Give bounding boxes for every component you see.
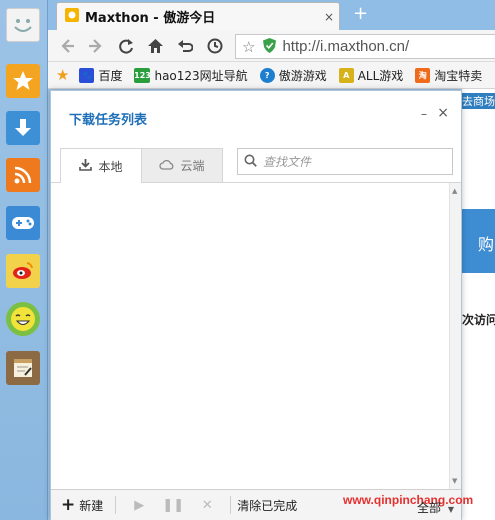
download-icon[interactable] <box>6 111 40 145</box>
minimize-icon[interactable]: – <box>421 107 427 121</box>
divider <box>115 496 117 514</box>
scroll-down-icon[interactable]: ▼ <box>452 477 457 485</box>
maxthon-favicon-icon <box>65 8 79 25</box>
game-controller-icon[interactable] <box>6 206 40 240</box>
aoyou-game-icon: ? <box>259 67 275 83</box>
notepad-icon[interactable] <box>6 351 40 385</box>
new-task-button[interactable]: + 新建 <box>61 495 103 515</box>
rss-icon[interactable] <box>6 158 40 192</box>
address-bar[interactable]: ☆ http://i.maxthon.cn/ <box>235 34 495 59</box>
address-url-text: http://i.maxthon.cn/ <box>282 38 410 55</box>
chevron-down-icon: ▼ <box>447 505 454 514</box>
navigation-toolbar: ☆ http://i.maxthon.cn/ <box>48 30 495 62</box>
plus-icon: + <box>61 495 76 515</box>
divider <box>230 496 232 514</box>
play-button[interactable]: ▶ <box>122 498 156 513</box>
search-input[interactable]: 查找文件 <box>237 148 453 175</box>
search-icon <box>244 154 257 170</box>
delete-button[interactable]: ✕ <box>190 498 224 513</box>
list-scrollbar[interactable]: ▲ ▼ <box>449 183 461 489</box>
bookmark-label: ALL游戏 <box>357 68 404 83</box>
all-games-icon: A <box>338 67 354 83</box>
local-download-icon <box>79 158 93 174</box>
bookmark-label: hao123网址导航 <box>154 68 248 83</box>
tab-cloud-label: 云端 <box>180 159 205 173</box>
tab-title: Maxthon - 傲游今日 <box>85 11 216 26</box>
home-icon[interactable] <box>146 37 164 55</box>
back-arrow-icon[interactable] <box>58 37 76 55</box>
bookmarks-bar: ★ 🐾 百度 123 hao123网址导航 ? 傲游游戏 A ALL游戏 淘 淘… <box>48 62 495 89</box>
background-banner: 购 <box>462 209 495 273</box>
bookmark-label: 傲游游戏 <box>278 68 327 83</box>
tab-local[interactable]: 本地 <box>60 148 142 184</box>
background-nav-strip: 去商场 <box>462 93 495 109</box>
search-placeholder: 查找文件 <box>263 155 312 169</box>
bookmark-label: 百度 <box>98 68 123 83</box>
background-heading: 次访问 <box>462 313 495 327</box>
filter-select-label: 全部 <box>417 501 442 515</box>
baidu-paw-icon: 🐾 <box>79 67 95 83</box>
browser-tab[interactable]: Maxthon - 傲游今日 × <box>56 2 340 30</box>
bookmark-label: 淘宝特卖 <box>434 68 483 83</box>
bookmark-hao123[interactable]: 123 hao123网址导航 <box>134 67 248 84</box>
security-shield-icon <box>263 37 277 56</box>
forward-arrow-icon[interactable] <box>87 37 105 55</box>
new-tab-button[interactable]: + <box>353 3 368 24</box>
cloud-icon <box>159 159 174 173</box>
bookmark-aoyou-games[interactable]: ? 傲游游戏 <box>259 67 327 84</box>
emoji-icon[interactable] <box>6 302 40 336</box>
bookmark-baidu[interactable]: 🐾 百度 <box>79 67 122 84</box>
tab-strip: Maxthon - 傲游今日 × + <box>48 0 495 30</box>
bookmark-taobao[interactable]: 淘 淘宝特卖 <box>415 67 482 84</box>
weibo-icon[interactable] <box>6 254 40 288</box>
download-list[interactable]: ▲ ▼ <box>51 183 461 489</box>
tab-cloud[interactable]: 云端 <box>141 148 223 183</box>
smiley-logo-icon[interactable] <box>6 8 40 42</box>
favorites-star-icon[interactable] <box>6 64 40 98</box>
favorites-star-icon[interactable]: ★ <box>56 66 69 84</box>
download-manager-panel: 下载任务列表 – × 本地 云端 查找文件 ▲ ▼ + 新建 ▶ ❚❚ ✕ 清除… <box>50 90 473 520</box>
tab-close-icon[interactable]: × <box>319 10 339 24</box>
history-clock-icon[interactable] <box>206 37 224 55</box>
tab-local-label: 本地 <box>98 159 123 174</box>
scroll-up-icon[interactable]: ▲ <box>452 187 457 195</box>
bookmark-all-games[interactable]: A ALL游戏 <box>338 67 404 84</box>
clear-completed-button[interactable]: 清除已完成 <box>237 497 297 514</box>
refresh-icon[interactable] <box>117 37 135 55</box>
sidebar <box>0 0 48 520</box>
new-task-label: 新建 <box>79 498 104 513</box>
hao123-icon: 123 <box>134 67 151 83</box>
taobao-icon: 淘 <box>415 67 431 83</box>
bookmark-star-icon[interactable]: ☆ <box>242 38 255 56</box>
background-web-page: 去商场 购 次访问 <box>462 89 495 520</box>
filter-select[interactable]: 全部 ▼ <box>417 499 454 516</box>
panel-title: 下载任务列表 <box>69 113 148 128</box>
close-icon[interactable]: × <box>437 105 449 121</box>
undo-icon[interactable] <box>176 37 194 55</box>
pause-button[interactable]: ❚❚ <box>156 498 190 513</box>
